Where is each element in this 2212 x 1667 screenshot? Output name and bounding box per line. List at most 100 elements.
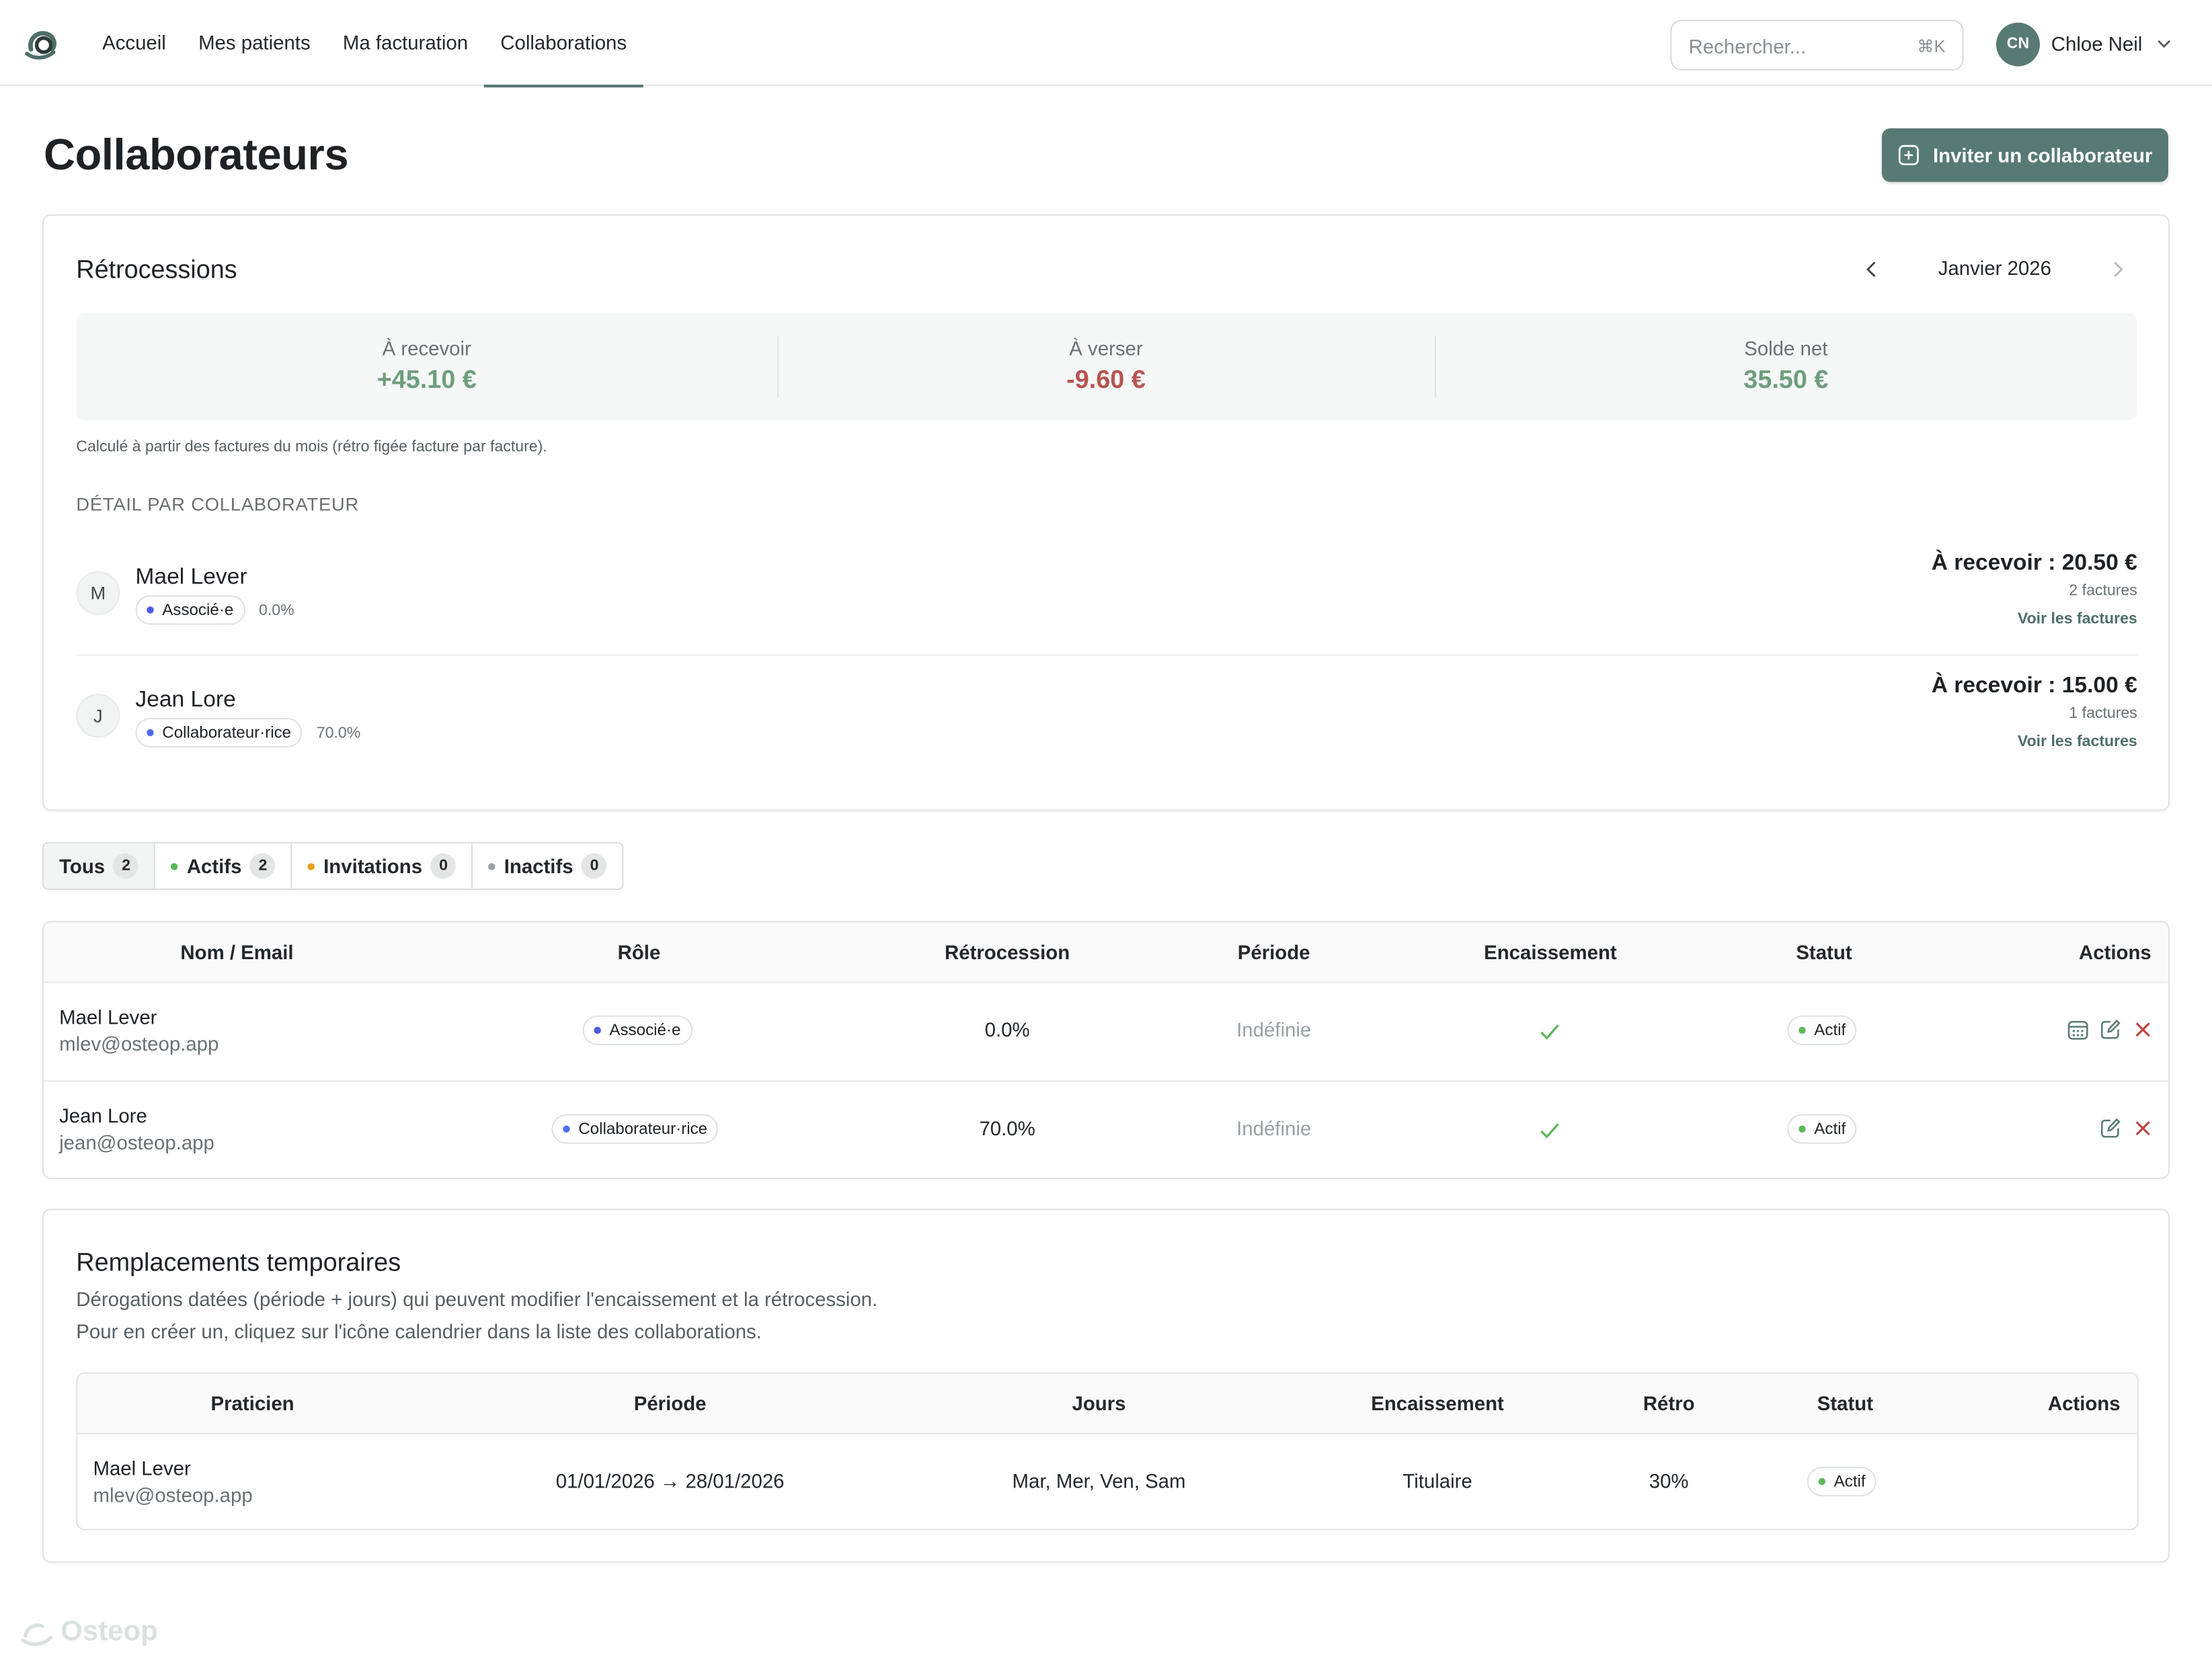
description-line: Dérogations datées (période + jours) qui… xyxy=(76,1287,878,1311)
retro-cell: 70.0% xyxy=(979,1116,1035,1140)
invoice-count: 2 factures xyxy=(2069,582,2137,600)
retro-summary: À recevoir +45.10 € À verser -9.60 € Sol… xyxy=(76,313,2137,421)
column-header: Rétrocession xyxy=(945,940,1070,964)
column-header: Actions xyxy=(2047,1391,2121,1415)
footer-brand: Osteop xyxy=(61,1616,158,1648)
retrocessions-title: Rétrocessions xyxy=(76,255,237,284)
name-email-cell: Mael Lever mlev@osteop.app xyxy=(59,1006,219,1055)
filter-label: Invitations xyxy=(323,854,423,878)
plus-square-icon xyxy=(1899,145,1920,165)
close-icon[interactable] xyxy=(2131,1018,2154,1041)
row-name: Mael Lever xyxy=(59,1006,157,1028)
role-label: Collaborateur·rice xyxy=(162,724,292,741)
footer-logo: Osteop xyxy=(21,1616,158,1649)
edit-icon[interactable] xyxy=(2099,1117,2122,1140)
collaborator-detail-row: J Jean Lore Collaborateur·rice 70.0% À r… xyxy=(76,657,2137,778)
replacements-card: Remplacements temporaires Dérogations da… xyxy=(42,1209,2170,1563)
status-dot xyxy=(308,862,315,870)
status-dot xyxy=(1799,1026,1806,1034)
stat-to-pay: À verser -9.60 € xyxy=(777,313,1435,420)
role-badge: Associé·e xyxy=(582,1015,693,1045)
column-header: Jours xyxy=(1072,1391,1126,1415)
count-badge: 0 xyxy=(582,853,607,879)
column-header: Période xyxy=(633,1391,707,1415)
collaborators-table: Nom / Email Rôle Rétrocession Période En… xyxy=(42,921,2170,1180)
row-name: Jean Lore xyxy=(59,1104,147,1127)
filter-tab-inactive[interactable]: Inactifs 0 xyxy=(473,844,623,889)
role-badge: Collaborateur·rice xyxy=(551,1114,719,1144)
collaborator-tags: Collaborateur·rice 70.0% xyxy=(135,717,360,748)
detail-heading: DÉTAIL PAR COLLABORATEUR xyxy=(76,493,360,515)
status-cell: Actif xyxy=(1787,1015,1858,1045)
column-header: Encaissement xyxy=(1371,1391,1504,1415)
status-badge: Actif xyxy=(1787,1114,1858,1144)
status-dot xyxy=(1799,1125,1806,1133)
column-header: Nom / Email xyxy=(180,940,294,964)
count-badge: 2 xyxy=(113,853,139,879)
stat-label: À recevoir xyxy=(382,337,471,360)
collaborator-detail-row: M Mael Lever Associé·e 0.0% À recevoir :… xyxy=(76,534,2137,656)
description-line: Pour en créer un, cliquez sur l'icône ca… xyxy=(76,1319,762,1343)
search-input[interactable]: Rechercher... ⌘K xyxy=(1670,19,1964,71)
nav-mes-patients[interactable]: Mes patients xyxy=(182,0,327,86)
replacements-table: Praticien Période Jours Encaissement Rét… xyxy=(76,1372,2139,1531)
calculation-note: Calculé à partir des factures du mois (r… xyxy=(76,438,547,456)
role-label: Collaborateur·rice xyxy=(578,1121,708,1138)
column-header: Période xyxy=(1237,940,1310,964)
row-name: Mael Lever xyxy=(93,1457,191,1480)
role-cell: Collaborateur·rice xyxy=(551,1114,719,1144)
row-email: jean@osteop.app xyxy=(59,1131,214,1154)
top-header: Accueil Mes patients Ma facturation Coll… xyxy=(0,0,2212,88)
main-nav: Accueil Mes patients Ma facturation Coll… xyxy=(86,0,643,88)
chevron-down-icon xyxy=(2157,40,2170,48)
filter-label: Actifs xyxy=(186,854,242,878)
view-invoices-link[interactable]: Voir les factures xyxy=(1932,733,2137,750)
chevron-right-icon[interactable] xyxy=(2106,258,2129,281)
stat-value: 35.50 € xyxy=(1743,365,1829,394)
filter-tab-invitations[interactable]: Invitations 0 xyxy=(292,843,473,889)
column-header: Rôle xyxy=(617,940,661,964)
row-email: mlev@osteop.app xyxy=(93,1483,253,1506)
period-cell: Indéfinie xyxy=(1236,1116,1312,1140)
column-header: Encaissement xyxy=(1484,940,1617,964)
role-badge: Associé·e xyxy=(135,595,245,625)
avatar: M xyxy=(76,571,120,615)
count-badge: 0 xyxy=(430,853,457,879)
nav-ma-facturation[interactable]: Ma facturation xyxy=(327,0,484,86)
amount-to-receive: À recevoir : 15.00 € xyxy=(1931,674,2137,698)
amount-to-receive: À recevoir : 20.50 € xyxy=(1931,551,2137,576)
name-email-cell: Mael Lever mlev@osteop.app xyxy=(93,1457,252,1506)
encaissement-cell xyxy=(1538,1020,1562,1048)
nav-collaborations[interactable]: Collaborations xyxy=(484,0,643,88)
filter-tab-active[interactable]: Actifs 2 xyxy=(156,843,292,889)
app-logo-icon[interactable] xyxy=(23,24,63,64)
role-cell: Associé·e xyxy=(582,1015,693,1045)
filter-tab-all[interactable]: Tous 2 xyxy=(44,843,156,889)
table-row: Jean Lore jean@osteop.app Collaborateur·… xyxy=(44,1082,2168,1178)
invite-label: Inviter un collaborateur xyxy=(1932,144,2153,167)
calendar-icon[interactable] xyxy=(2067,1018,2090,1041)
column-header: Rétro xyxy=(1643,1391,1695,1415)
avatar: J xyxy=(76,694,120,738)
stat-value: +45.10 € xyxy=(377,365,477,394)
status-label: Actif xyxy=(1814,1121,1846,1138)
replacements-description: Dérogations datées (période + jours) qui… xyxy=(76,1283,877,1348)
search-placeholder: Rechercher... xyxy=(1688,35,1807,58)
user-menu[interactable]: CN Chloe Neil xyxy=(1996,21,2174,66)
close-icon[interactable] xyxy=(2131,1117,2154,1140)
collaborator-amount: À recevoir : 20.50 € 2 factures Voir les… xyxy=(1932,551,2137,627)
check-icon xyxy=(1540,1024,1559,1040)
invite-collaborator-button[interactable]: Inviter un collaborateur xyxy=(1881,128,2168,182)
count-badge: 2 xyxy=(250,853,276,879)
logo-icon xyxy=(21,1623,53,1645)
collaborator-name: Jean Lore xyxy=(135,688,236,713)
row-actions xyxy=(2099,1117,2154,1140)
role-label: Associé·e xyxy=(162,601,234,619)
nav-accueil[interactable]: Accueil xyxy=(86,0,182,86)
view-invoices-link[interactable]: Voir les factures xyxy=(1932,611,2137,628)
collaborator-tags: Associé·e 0.0% xyxy=(135,595,294,625)
month-label: Janvier 2026 xyxy=(1938,256,2051,280)
days-cell: Mar, Mer, Ven, Sam xyxy=(1012,1469,1186,1492)
check-icon xyxy=(1540,1123,1559,1139)
edit-icon[interactable] xyxy=(2099,1018,2122,1041)
